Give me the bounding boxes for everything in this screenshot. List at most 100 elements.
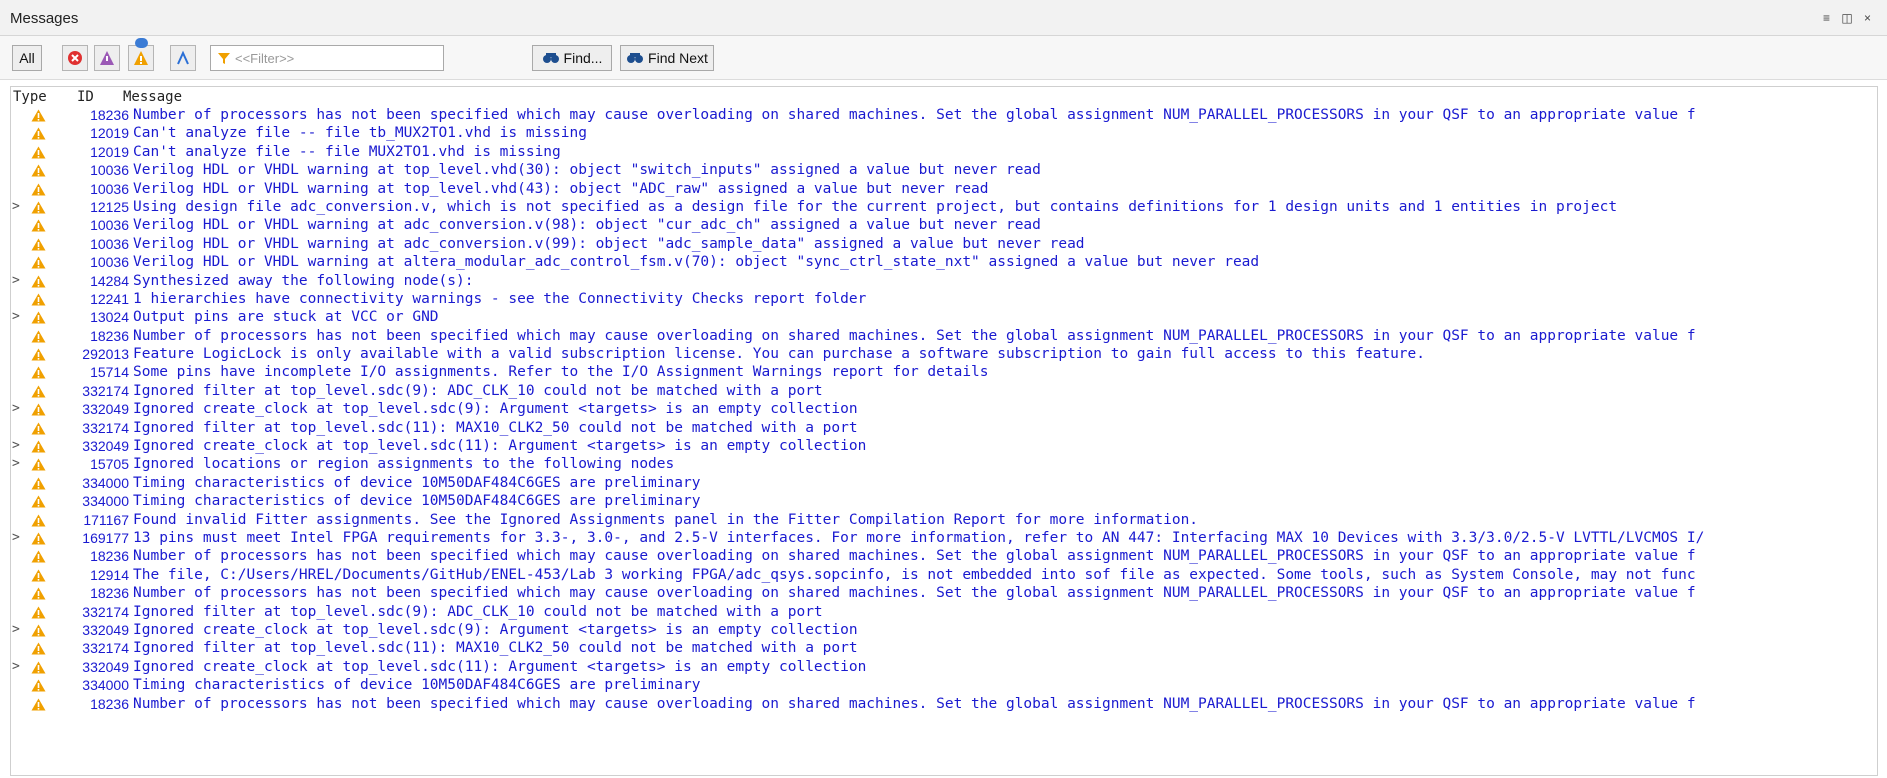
message-id: 15714 (90, 364, 129, 381)
message-text: Verilog HDL or VHDL warning at altera_mo… (133, 254, 1260, 271)
message-row[interactable]: 10036 Verilog HDL or VHDL warning at adc_… (11, 216, 1877, 234)
funnel-icon (218, 53, 230, 64)
message-text: Ignored create_clock at top_level.sdc(11… (133, 438, 867, 455)
message-row[interactable]: 10036 Verilog HDL or VHDL warning at top_… (11, 180, 1877, 198)
message-id: 18236 (90, 327, 129, 344)
warning-icon (31, 330, 46, 343)
message-row[interactable]: 18236 Number of processors has not been s… (11, 695, 1877, 713)
warning-icon (31, 532, 46, 545)
message-id: 10036 (90, 217, 129, 234)
message-row[interactable]: 12019 Can't analyze file -- file MUX2TO1.… (11, 143, 1877, 161)
find-button[interactable]: Find... (532, 45, 612, 71)
expand-chevron-icon[interactable]: > (12, 529, 22, 547)
info-filter-button[interactable] (170, 45, 196, 71)
message-text: 13 pins must meet Intel FPGA requirement… (133, 529, 1705, 546)
message-id: 13024 (90, 309, 129, 326)
expand-chevron-icon[interactable]: > (12, 621, 22, 639)
message-text: Timing characteristics of device 10M50DA… (133, 677, 701, 694)
message-row[interactable]: >13024 Output pins are stuck at VCC or GN… (11, 308, 1877, 326)
message-row[interactable]: 10036 Verilog HDL or VHDL warning at top_… (11, 161, 1877, 179)
warning-icon (31, 256, 46, 269)
message-row[interactable]: >15705 Ignored locations or region assign… (11, 455, 1877, 473)
message-row[interactable]: 332174 Ignored filter at top_level.sdc(9)… (11, 382, 1877, 400)
message-id: 292013 (82, 346, 129, 363)
warning-icon (31, 698, 46, 710)
message-text: The file, C:/Users/HREL/Documents/GitHub… (133, 566, 1696, 583)
warning-icon (31, 587, 46, 600)
message-text: Number of processors has not been specif… (133, 695, 1696, 712)
message-row[interactable]: 334000 Timing characteristics of device 1… (11, 474, 1877, 492)
message-row[interactable]: 292013 Feature LogicLock is only availabl… (11, 345, 1877, 363)
message-id: 332049 (82, 658, 129, 675)
column-header-type[interactable]: Type (13, 89, 47, 105)
window-controls[interactable]: ≡ ◫ × (1823, 11, 1875, 25)
message-row[interactable]: 18236 Number of processors has not been s… (11, 547, 1877, 565)
message-text: Ignored filter at top_level.sdc(11): MAX… (133, 419, 858, 436)
column-header-message[interactable]: Message (123, 89, 182, 105)
message-row[interactable]: 334000 Timing characteristics of device 1… (11, 492, 1877, 510)
filter-input[interactable]: <<Filter>> (210, 45, 444, 71)
warning-icon (31, 661, 46, 674)
warning-icon (31, 606, 46, 619)
warning-icon (31, 495, 46, 508)
message-row[interactable]: 332174 Ignored filter at top_level.sdc(9)… (11, 603, 1877, 621)
warning-icon (31, 164, 46, 177)
message-row[interactable]: >14284 Synthesized away the following nod… (11, 272, 1877, 290)
message-id: 12914 (90, 566, 129, 583)
message-row[interactable]: 18236 Number of processors has not been s… (11, 106, 1877, 124)
message-id: 332049 (82, 621, 129, 638)
message-row[interactable]: >332049 Ignored create_clock at top_level… (11, 400, 1877, 418)
message-row[interactable]: >332049 Ignored create_clock at top_level… (11, 621, 1877, 639)
column-header-id[interactable]: ID (77, 89, 94, 105)
message-text: Verilog HDL or VHDL warning at adc_conve… (133, 217, 1041, 234)
message-row[interactable]: 10036 Verilog HDL or VHDL warning at adc_… (11, 235, 1877, 253)
message-row[interactable]: 334000 Timing characteristics of device 1… (11, 676, 1877, 694)
all-filter-button[interactable]: All (12, 45, 42, 71)
expand-chevron-icon[interactable]: > (12, 400, 22, 418)
expand-chevron-icon[interactable]: > (12, 437, 22, 455)
message-row[interactable]: 18236 Number of processors has not been s… (11, 327, 1877, 345)
message-row[interactable]: 12019 Can't analyze file -- file tb_MUX2T… (11, 124, 1877, 142)
message-id: 12019 (90, 143, 129, 160)
message-id: 18236 (90, 585, 129, 602)
message-row[interactable]: >332049 Ignored create_clock at top_level… (11, 658, 1877, 676)
error-icon (68, 51, 82, 65)
message-id: 332174 (82, 419, 129, 436)
expand-chevron-icon[interactable]: > (12, 455, 22, 473)
message-row[interactable]: >332049 Ignored create_clock at top_level… (11, 437, 1877, 455)
find-next-button[interactable]: Find Next (620, 45, 714, 71)
message-row[interactable]: 332174 Ignored filter at top_level.sdc(11… (11, 419, 1877, 437)
message-row[interactable]: 10036 Verilog HDL or VHDL warning at alte… (11, 253, 1877, 271)
message-row[interactable]: 12241 1 hierarchies have connectivity war… (11, 290, 1877, 308)
message-row[interactable]: 12914 The file, C:/Users/HREL/Documents/G… (11, 566, 1877, 584)
message-id: 10036 (90, 180, 129, 197)
message-text: Ignored create_clock at top_level.sdc(9)… (133, 621, 858, 638)
expand-chevron-icon[interactable]: > (12, 198, 22, 216)
find-label: Find... (563, 50, 603, 66)
expand-chevron-icon[interactable]: > (12, 272, 22, 290)
message-id: 18236 (90, 548, 129, 565)
message-row[interactable]: 171167 Found invalid Fitter assignments. … (11, 511, 1877, 529)
warning-icon (31, 679, 46, 692)
warning-filter-button[interactable] (128, 38, 154, 71)
messages-list[interactable]: Type ID Message 18236 Number of processor… (10, 86, 1878, 776)
message-row[interactable]: 18236 Number of processors has not been s… (11, 584, 1877, 602)
error-filter-button[interactable] (62, 45, 88, 71)
message-id: 334000 (82, 474, 129, 491)
message-row[interactable]: 332174 Ignored filter at top_level.sdc(11… (11, 639, 1877, 657)
message-id: 169177 (82, 529, 129, 546)
warning-icon (31, 183, 46, 196)
message-id: 15705 (90, 456, 129, 473)
message-row[interactable]: >12125 Using design file adc_conversion.v… (11, 198, 1877, 216)
message-row[interactable]: >169177 13 pins must meet Intel FPGA requ… (11, 529, 1877, 547)
message-text: Synthesized away the following node(s): (133, 272, 474, 289)
message-id: 10036 (90, 162, 129, 179)
warning-icon (31, 219, 46, 232)
message-text: Using design file adc_conversion.v, whic… (133, 198, 1618, 215)
expand-chevron-icon[interactable]: > (12, 658, 22, 676)
message-row[interactable]: 15714 Some pins have incomplete I/O assig… (11, 363, 1877, 381)
expand-chevron-icon[interactable]: > (12, 308, 22, 326)
message-id: 12241 (90, 290, 129, 307)
critical-warning-filter-button[interactable] (94, 45, 120, 71)
warning-icon (31, 403, 46, 416)
